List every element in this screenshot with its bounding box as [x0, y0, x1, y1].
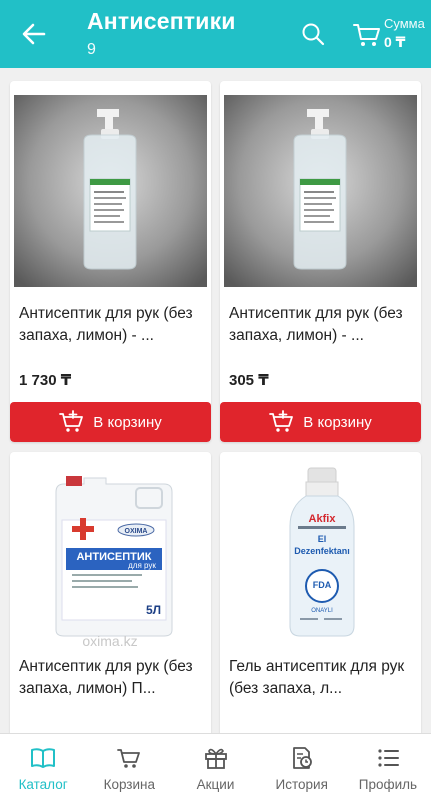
product-card[interactable]: OXIMA АНТИСЕПТИК для рук 5Л oxima.kz Ант… [10, 452, 211, 733]
fda-badge-text: FDA [313, 580, 332, 590]
search-icon [302, 23, 325, 46]
canister-volume-text: 5Л [146, 603, 161, 617]
nav-label: История [275, 777, 328, 792]
history-icon [292, 747, 312, 769]
product-grid: Антисептик для рук (без запаха, лимон) -… [0, 68, 431, 733]
gel-brand-text: Akfix [309, 513, 337, 525]
canister-label-subtext: для рук [128, 561, 156, 570]
product-name[interactable]: Антисептик для рук (без запаха, лимон) П… [19, 656, 205, 700]
cart-icon [353, 24, 380, 46]
add-to-cart-label: В корзину [303, 413, 372, 431]
back-button[interactable] [20, 20, 48, 48]
bottom-navigation: Каталог Корзина Акции История Профиль [0, 733, 431, 800]
product-card[interactable]: Антисептик для рук (без запаха, лимон) -… [10, 81, 211, 442]
product-name[interactable]: Антисептик для рук (без запаха, лимон) -… [19, 303, 205, 347]
cart-plus-icon [59, 410, 84, 432]
nav-item-profile[interactable]: Профиль [345, 734, 431, 800]
canister-image: OXIMA АНТИСЕПТИК для рук 5Л oxima.kz [14, 462, 207, 654]
product-name[interactable]: Антисептик для рук (без запаха, лимон) -… [229, 303, 415, 347]
add-to-cart-button[interactable]: В корзину [10, 402, 211, 442]
header-cart-button[interactable] [352, 20, 382, 48]
nav-item-promotions[interactable]: Акции [172, 734, 258, 800]
product-image[interactable]: OXIMA АНТИСЕПТИК для рук 5Л oxima.kz [14, 462, 207, 654]
fda-approved-text: ONAYLI [311, 608, 333, 614]
arrow-left-icon [22, 23, 46, 45]
nav-label: Профиль [358, 777, 418, 792]
cart-sum-value: 0 ₸ [384, 34, 406, 50]
gift-icon [204, 748, 227, 769]
page-title: Антисептики [87, 8, 236, 34]
top-bar: Антисептики 9 Сумма 0 ₸ [0, 0, 431, 68]
watermark-text: oxima.kz [82, 633, 137, 649]
menu-icon [378, 749, 399, 767]
cart-icon [117, 749, 141, 768]
product-card[interactable]: Akfix El Dezenfektanı FDA ONAYLI Гель ан… [220, 452, 421, 733]
canister-brand-text: OXIMA [125, 528, 148, 535]
nav-label: Корзина [103, 777, 156, 792]
product-count: 9 [87, 41, 96, 58]
pump-bottle-image [14, 95, 207, 287]
cart-sum-label: Сумма [384, 16, 425, 31]
app: Антисептики 9 Сумма 0 ₸ Антисептик для р… [0, 0, 431, 800]
product-card[interactable]: Антисептик для рук (без запаха, лимон) -… [220, 81, 421, 442]
nav-item-cart[interactable]: Корзина [86, 734, 172, 800]
nav-label: Каталог [18, 777, 68, 792]
product-name[interactable]: Гель антисептик для рук (без запаха, л..… [229, 656, 415, 700]
nav-label: Акции [196, 777, 235, 792]
pump-bottle-image [224, 95, 417, 287]
book-icon [31, 748, 56, 768]
add-to-cart-button[interactable]: В корзину [220, 402, 421, 442]
nav-item-catalog[interactable]: Каталог [0, 734, 86, 800]
product-price: 1 730 ₸ [19, 372, 72, 389]
product-image[interactable] [14, 95, 207, 287]
product-image[interactable] [224, 95, 417, 287]
product-price: 305 ₸ [229, 372, 269, 389]
gel-label-text-2: Dezenfektanı [294, 546, 350, 556]
gel-label-text-1: El [318, 534, 327, 544]
search-button[interactable] [300, 21, 326, 47]
cart-plus-icon [269, 410, 294, 432]
add-to-cart-label: В корзину [93, 413, 162, 431]
nav-item-history[interactable]: История [259, 734, 345, 800]
product-image[interactable]: Akfix El Dezenfektanı FDA ONAYLI [224, 462, 417, 654]
gel-bottle-image: Akfix El Dezenfektanı FDA ONAYLI [224, 462, 417, 654]
